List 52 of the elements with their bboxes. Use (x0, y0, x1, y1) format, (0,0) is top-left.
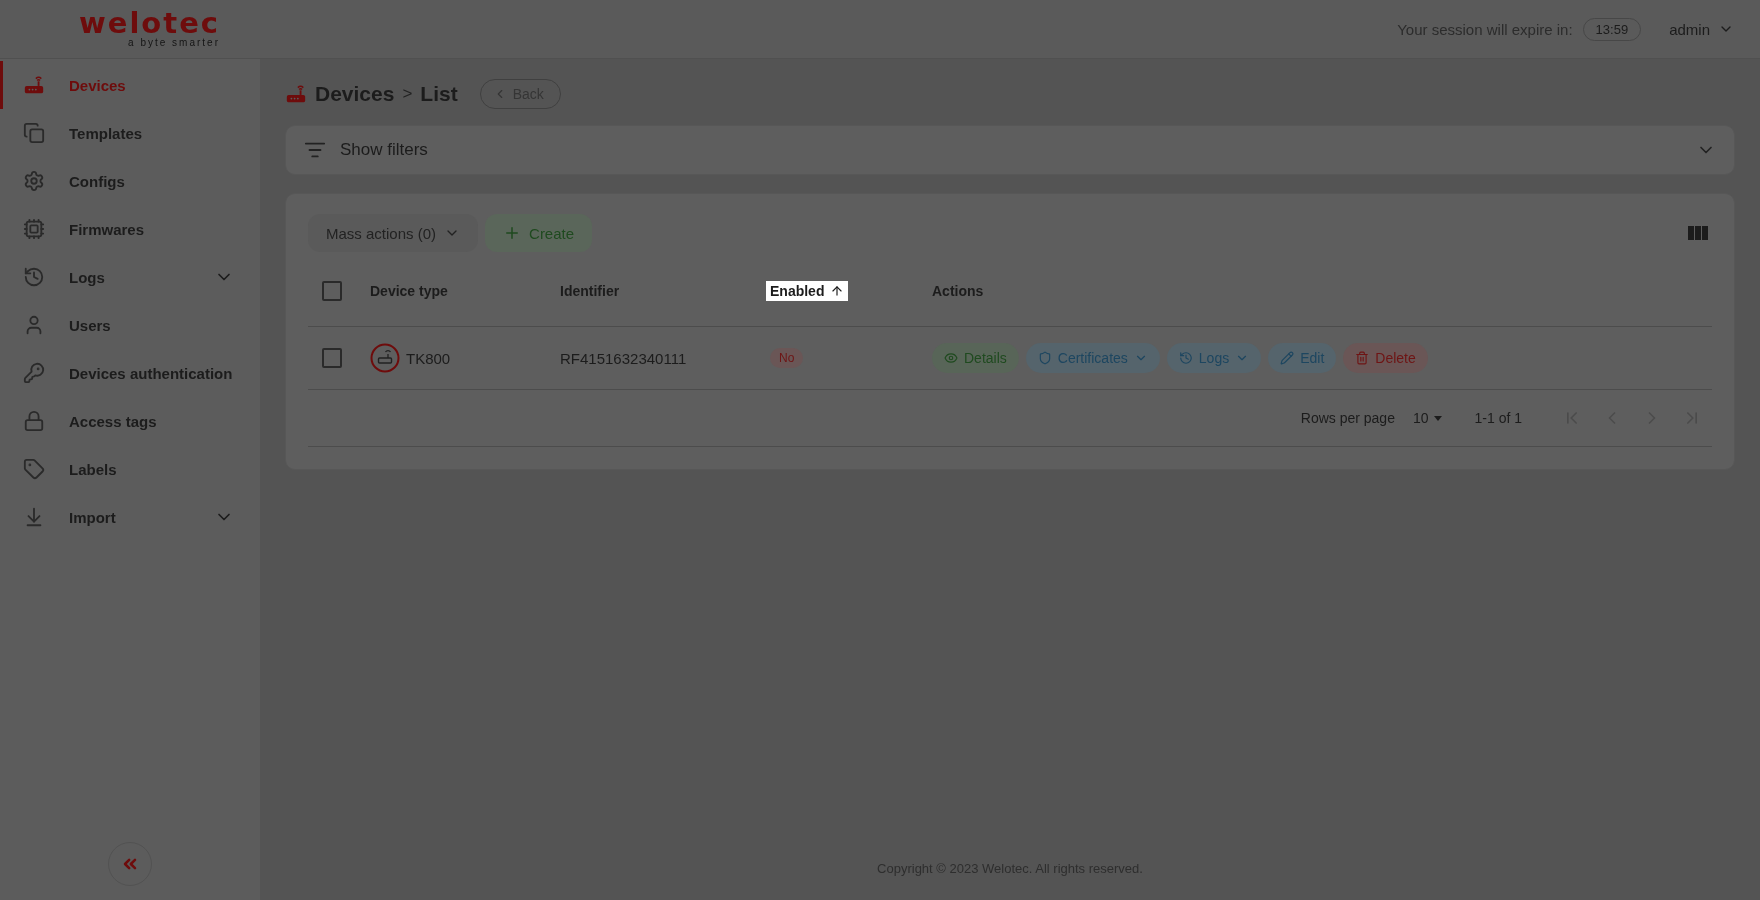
router-icon (285, 83, 307, 105)
column-header[interactable]: Enabled (766, 281, 849, 301)
filters-label: Show filters (340, 140, 429, 160)
column-header[interactable]: Device type (370, 283, 448, 299)
sidebar-item[interactable]: Configs (0, 157, 260, 205)
sidebar-item[interactable]: Firmwares (0, 205, 260, 253)
filters-panel[interactable]: Show filters (285, 125, 1735, 175)
user-menu[interactable]: admin (1669, 20, 1734, 38)
chip-icon (23, 218, 45, 240)
action-button[interactable]: Logs (1166, 343, 1262, 373)
action-button[interactable]: Certificates (1025, 343, 1160, 373)
page-title: Devices (315, 82, 395, 106)
sidebar-item[interactable]: Devices authentication (0, 349, 260, 397)
lock-icon (23, 410, 45, 432)
action-button[interactable]: Delete (1343, 343, 1428, 373)
logo-text: welotec (78, 9, 220, 37)
action-button[interactable]: Edit (1268, 343, 1337, 373)
action-button[interactable]: Details (932, 343, 1019, 373)
row-checkbox[interactable] (322, 348, 342, 368)
sidebar-item[interactable]: Labels (0, 445, 260, 493)
trash-icon (1355, 351, 1370, 365)
router-icon (370, 343, 400, 373)
sidebar-item[interactable]: Templates (0, 109, 260, 157)
create-button[interactable]: Create (485, 214, 593, 252)
page-range: 1-1 of 1 (1474, 410, 1522, 426)
column-header[interactable]: Identifier (560, 283, 620, 299)
history-icon (23, 266, 45, 288)
sidebar-item[interactable]: Users (0, 301, 260, 349)
identifier-cell-text: RF4151632340111 (560, 349, 688, 367)
tag-icon (23, 458, 45, 480)
device-type: TK800 (406, 349, 451, 367)
key-icon (23, 362, 45, 384)
sidebar-item[interactable]: Import (0, 493, 260, 541)
sidebar-item[interactable]: Access tags (0, 397, 260, 445)
copy-icon (23, 122, 45, 144)
page-subtitle: List (420, 82, 458, 106)
breadcrumb-separator: > (402, 84, 413, 104)
logo-tagline: a byte smarter (128, 37, 220, 49)
shield-icon (1037, 351, 1052, 365)
rows-per-page-label: Rows per page (1300, 410, 1395, 426)
status-badge: No (770, 348, 804, 368)
pencil-icon (1280, 351, 1295, 365)
sidebar-item[interactable]: Devices (0, 61, 260, 109)
select-all-checkbox[interactable] (322, 281, 342, 301)
router-icon (23, 74, 45, 96)
columns-icon[interactable] (1688, 225, 1708, 241)
rows-per-page-select[interactable]: 10 (1412, 410, 1445, 426)
sidebar-item[interactable]: Logs (0, 253, 260, 301)
column-header[interactable]: Actions (932, 283, 984, 299)
eye-icon (944, 351, 958, 365)
history-icon (1178, 351, 1193, 365)
gear-icon (23, 170, 45, 192)
